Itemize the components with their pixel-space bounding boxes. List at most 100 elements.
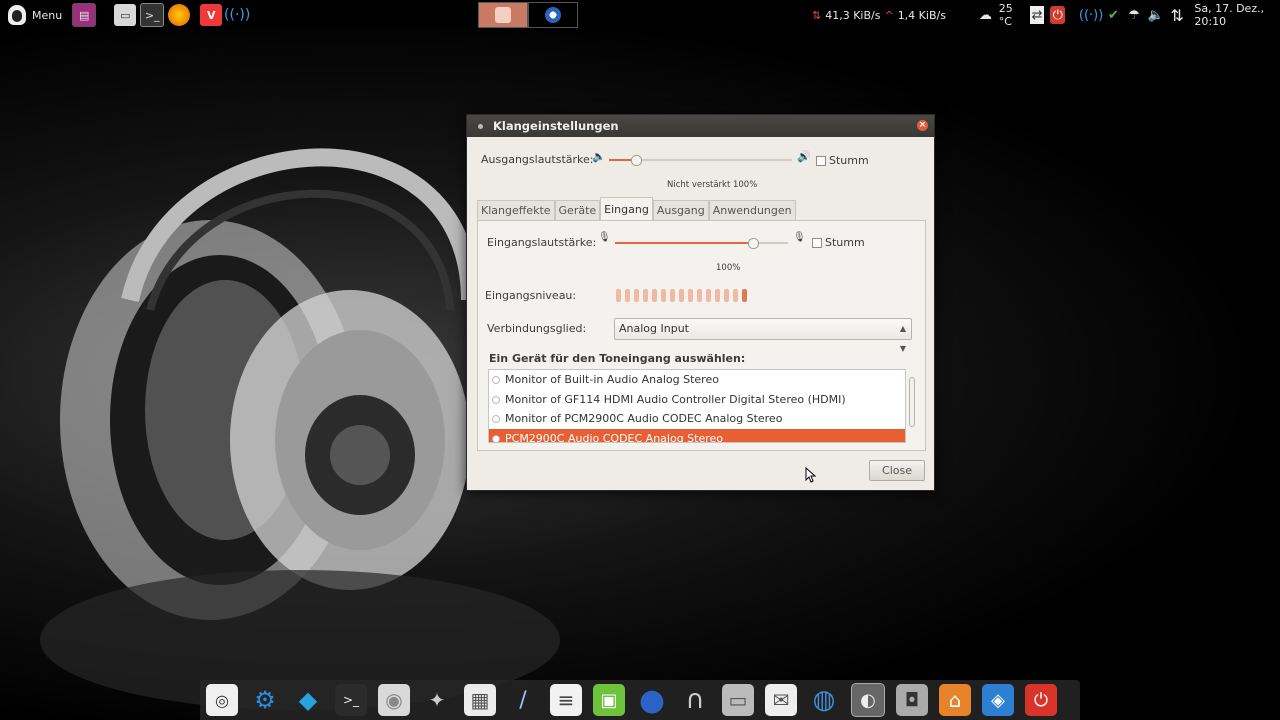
dropbox-icon[interactable]: ◈ [982, 684, 1014, 716]
task-sound-settings[interactable] [478, 2, 528, 28]
power-icon[interactable]: ⏻ [1025, 684, 1057, 716]
camera-icon[interactable]: ◘ [896, 684, 928, 716]
menu-button[interactable]: Menu [0, 0, 70, 30]
upload-rate: 1,4 KiB/s [897, 8, 946, 22]
sound-settings-icon [495, 7, 511, 23]
input-volume-knob[interactable] [748, 238, 759, 249]
tab-geräte[interactable]: Geräte [554, 200, 601, 220]
output-mute-checkbox[interactable] [816, 156, 826, 166]
shield-check-icon[interactable]: ✔ [1106, 6, 1121, 24]
input-mute-checkbox[interactable] [812, 238, 822, 248]
window-icon[interactable]: ▤ [72, 3, 97, 27]
home-folder-icon[interactable]: ⌂ [939, 684, 971, 716]
text-editor-icon[interactable]: ≡ [550, 684, 582, 716]
radio-icon[interactable]: ▭ [722, 684, 754, 716]
input-level-meter [616, 289, 747, 302]
input-volume-fill [615, 242, 753, 244]
level-bar [688, 289, 693, 302]
microphone-high-icon: 🎙 [793, 232, 806, 243]
level-bar [670, 289, 675, 302]
level-bar [724, 289, 729, 302]
terminal-icon[interactable]: >_ [335, 684, 367, 716]
input-mute-label: Stumm [825, 236, 865, 249]
calculator-icon[interactable]: ▦ [464, 684, 496, 716]
close-icon[interactable]: × [917, 120, 928, 131]
headphones-icon[interactable]: ∩ [679, 684, 711, 716]
power-tray-icon[interactable]: ⏻ [1050, 6, 1066, 24]
input-volume-caption: 100% [716, 263, 741, 273]
download-arrow-icon: ⇅ [812, 8, 822, 22]
chevron-updown-icon: ▲ ▼ [899, 324, 906, 353]
output-volume-caption: Nicht verstärkt 100% [667, 180, 758, 190]
level-bar [661, 289, 666, 302]
tab-ausgang[interactable]: Ausgang [652, 200, 709, 220]
level-bar [616, 289, 621, 302]
scrollbar-thumb[interactable] [909, 377, 915, 427]
microphone-low-icon: 🎙 [598, 232, 611, 243]
task-browser[interactable] [528, 2, 578, 28]
radio-button[interactable] [492, 415, 500, 423]
input-device-list: Monitor of Built-in Audio Analog Stereo M… [488, 369, 906, 443]
speaker-low-icon: 🔈 [592, 150, 606, 163]
level-bar [634, 289, 639, 302]
dock: ◎ ⚙ ◆ >_ ◉ ✦ ▦ / ≡ ▣ ● ∩ ▭ ✉ ◍ ◐ ◘ ⌂ ◈ ⏻ [200, 680, 1080, 720]
device-list-item[interactable]: Monitor of PCM2900C Audio CODEC Analog S… [489, 409, 905, 429]
device-name: Monitor of Built-in Audio Analog Stereo [505, 373, 719, 386]
level-bar [742, 289, 747, 302]
firefox-icon[interactable] [168, 4, 191, 26]
connector-label: Verbindungsglied: [487, 322, 587, 335]
network-updown-icon[interactable]: ⇅ [1170, 6, 1185, 25]
input-tab-panel: Eingangslautstärke: 🎙 🎙 Stumm 100% Einga… [477, 220, 926, 451]
input-volume-label: Eingangslautstärke: [487, 236, 597, 249]
device-list-item[interactable]: PCM2900C Audio CODEC Analog Stereo [489, 428, 905, 442]
device-list-scrollbar[interactable] [908, 369, 916, 443]
radio-button[interactable] [492, 376, 500, 384]
level-bar [715, 289, 720, 302]
radio-button[interactable] [492, 434, 500, 442]
volume-tray-icon[interactable]: 🔈 [1147, 6, 1163, 24]
output-volume-knob[interactable] [631, 155, 642, 166]
ubuntu-icon[interactable]: ◎ [206, 684, 238, 716]
pen-icon[interactable]: / [507, 684, 539, 716]
audio-app-icon[interactable]: ◐ [851, 683, 885, 717]
connector-select[interactable]: Analog Input ▲ ▼ [614, 318, 912, 353]
radio-button[interactable] [492, 395, 500, 404]
taskbar [478, 2, 578, 28]
tux-menu-icon [8, 5, 26, 25]
system-tray: ☁ 25 °C ⇄ ⏻ ((·)) ✔ ☂ 🔈 ⇅ Sa, 17. Dez., … [978, 0, 1280, 30]
download-rate: 41,3 KiB/s [825, 8, 881, 22]
updates-icon[interactable]: ☂ [1127, 6, 1142, 24]
clock[interactable]: Sa, 17. Dez., 20:10 [1194, 2, 1280, 28]
tab-klangeffekte[interactable]: Klangeffekte [477, 200, 555, 220]
output-mute-label: Stumm [829, 154, 869, 167]
google-earth-icon[interactable]: ● [636, 683, 668, 718]
tab-bar: Klangeffekte Geräte Eingang Ausgang Anwendun… [477, 197, 796, 220]
tab-eingang[interactable]: Eingang [600, 197, 653, 220]
terminal-icon[interactable]: >_ [140, 3, 165, 27]
switch-user-icon[interactable]: ⇄ [1029, 6, 1045, 24]
device-list-item[interactable]: Monitor of Built-in Audio Analog Stereo [489, 370, 905, 390]
globe-icon[interactable]: ◍ [808, 684, 840, 716]
output-volume-label: Ausgangslautstärke: [481, 153, 594, 166]
archive-icon[interactable]: ▣ [593, 684, 625, 716]
wireless-tray-icon[interactable]: ((·)) [1079, 6, 1103, 24]
device-list-item[interactable]: Monitor of GF114 HDMI Audio Controller D… [489, 390, 905, 410]
level-bar [706, 289, 711, 302]
temperature: 25 °C [998, 2, 1013, 28]
optical-disc-icon[interactable]: ◉ [378, 684, 410, 716]
wireless-icon[interactable]: ((·)) [224, 4, 250, 26]
file-manager-icon[interactable]: ▭ [114, 4, 137, 26]
kodi-icon[interactable]: ◆ [292, 684, 324, 716]
mail-icon[interactable]: ✉ [765, 684, 797, 716]
sound-settings-dialog: Klangeinstellungen × Ausgangslautstärke:… [466, 114, 935, 491]
dialog-title: Klangeinstellungen [493, 119, 619, 133]
gimp-icon[interactable]: ✦ [421, 684, 453, 716]
close-button[interactable]: Close [869, 460, 925, 481]
window-menu-icon[interactable] [478, 123, 483, 129]
settings-gear-icon[interactable]: ⚙ [249, 684, 281, 716]
vivaldi-icon[interactable]: V [200, 4, 223, 26]
weather-icon[interactable]: ☁ [978, 6, 993, 24]
tab-anwendungen[interactable]: Anwendungen [708, 200, 796, 220]
dialog-titlebar[interactable]: Klangeinstellungen × [467, 115, 934, 137]
level-bar [697, 289, 702, 302]
